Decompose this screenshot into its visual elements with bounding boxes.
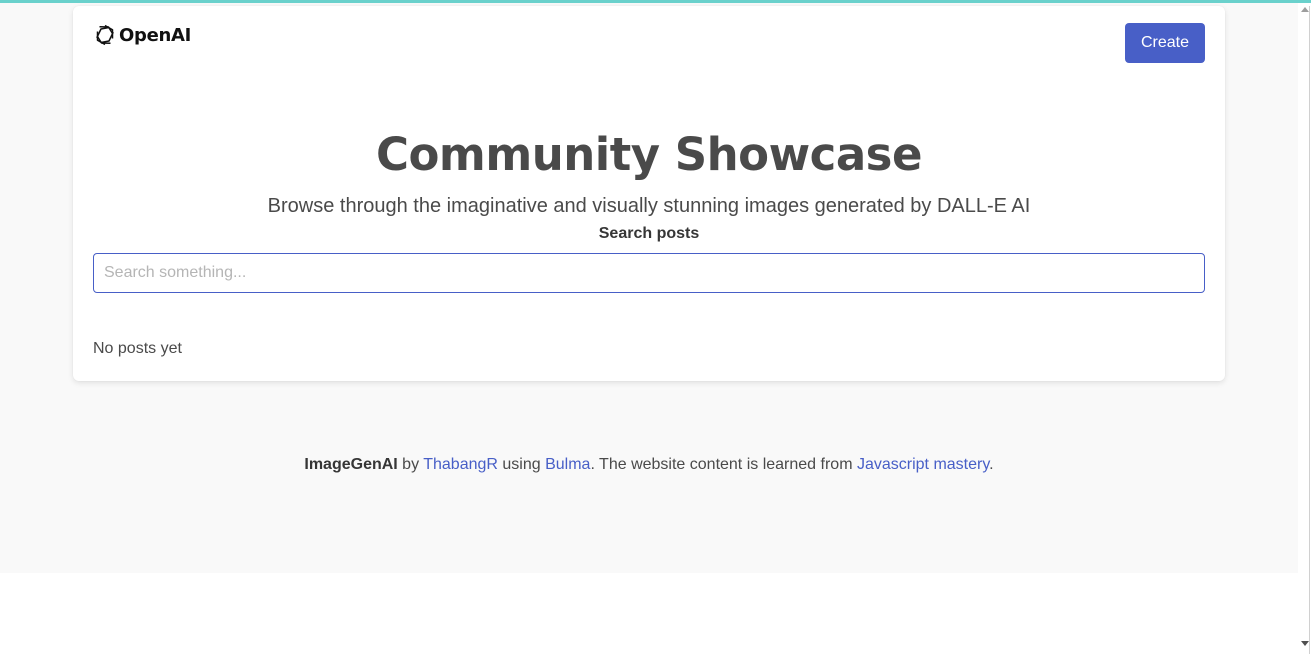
footer-source-link[interactable]: Javascript mastery: [857, 456, 989, 473]
vertical-scrollbar[interactable]: [1298, 3, 1311, 657]
footer-end-text: .: [989, 456, 994, 473]
footer-using-text: using: [497, 456, 546, 473]
search-label: Search posts: [598, 225, 700, 242]
footer: ImageGenAI by ThabangR using Bulma. The …: [0, 456, 1298, 474]
footer-learned-text: . The website content is learned from: [590, 456, 857, 473]
page-subtitle: Browse through the imaginative and visua…: [267, 195, 1031, 217]
footer-app-name: ImageGenAI: [304, 456, 398, 473]
scroll-down-arrow-icon[interactable]: [1301, 641, 1309, 646]
search-input[interactable]: [93, 253, 1205, 293]
logo-link[interactable]: OpenAI: [93, 23, 191, 47]
page-title: Community Showcase: [375, 128, 923, 181]
footer-by-text: by: [397, 456, 424, 473]
empty-posts-message: No posts yet: [93, 340, 182, 357]
footer-framework-link[interactable]: Bulma: [545, 456, 590, 473]
create-button[interactable]: Create: [1125, 23, 1205, 63]
main-card: OpenAI Create Community Showcase Browse …: [73, 6, 1225, 381]
scrollbar-track: [1309, 6, 1310, 654]
footer-author-link[interactable]: ThabangR: [423, 456, 498, 473]
openai-logo-icon: [93, 23, 117, 47]
scroll-up-arrow-icon[interactable]: [1301, 7, 1309, 12]
brand-name: OpenAI: [119, 24, 192, 46]
